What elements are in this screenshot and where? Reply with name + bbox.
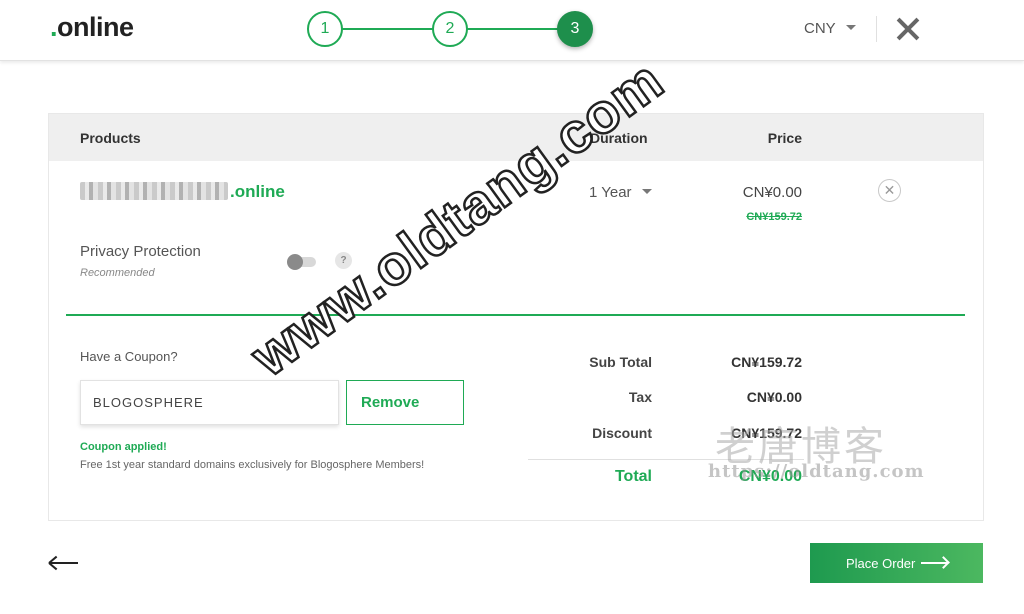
- coupon-question: Have a Coupon?: [80, 349, 178, 364]
- privacy-label: Privacy Protection: [80, 243, 201, 260]
- step-connector: [341, 28, 433, 30]
- logo-text: online: [57, 12, 134, 42]
- header-divider: [876, 16, 877, 42]
- step-2[interactable]: 2: [432, 11, 468, 47]
- close-circle-icon[interactable]: ✕: [878, 179, 901, 202]
- duration-value: 1 Year: [589, 184, 632, 201]
- discount-label: Discount: [592, 425, 652, 441]
- toggle-knob: [287, 254, 303, 270]
- coupon-input[interactable]: BLOGOSPHERE: [80, 380, 339, 425]
- top-header: .online 1 2 3 CNY: [0, 0, 1024, 61]
- currency-selector[interactable]: CNY: [804, 20, 856, 37]
- back-arrow-icon[interactable]: [48, 553, 80, 573]
- coupon-note: Free 1st year standard domains exclusive…: [80, 459, 425, 471]
- col-price: Price: [767, 130, 802, 146]
- total-label: Total: [614, 468, 652, 485]
- coupon-remove-button[interactable]: Remove: [346, 380, 464, 425]
- arrow-right-icon: [921, 562, 947, 564]
- currency-label: CNY: [804, 20, 836, 37]
- col-products: Products: [80, 130, 141, 146]
- logo[interactable]: .online: [50, 12, 134, 43]
- item-price: CN¥0.00: [742, 184, 802, 201]
- privacy-toggle[interactable]: [287, 254, 316, 270]
- close-icon[interactable]: [895, 16, 921, 42]
- caret-down-icon: [641, 189, 652, 194]
- domain-name: .online: [80, 182, 285, 202]
- watermark-url: https://oldtang.com: [708, 461, 925, 482]
- domain-suffix: .online: [230, 182, 285, 201]
- place-order-label: Place Order: [846, 555, 916, 571]
- coupon-applied-label: Coupon applied!: [80, 441, 167, 453]
- checkout-stepper: 1 2 3: [307, 11, 593, 47]
- step-connector: [466, 28, 558, 30]
- subtotal-label: Sub Total: [589, 354, 652, 370]
- section-divider: [66, 314, 965, 316]
- step-1[interactable]: 1: [307, 11, 343, 47]
- place-order-button[interactable]: Place Order: [810, 543, 983, 583]
- caret-down-icon: [845, 25, 856, 30]
- privacy-sublabel: Recommended: [80, 267, 155, 279]
- item-original-price: CN¥159.72: [746, 211, 802, 223]
- tax-value: CN¥0.00: [746, 389, 802, 405]
- tax-label: Tax: [628, 389, 652, 405]
- step-3[interactable]: 3: [557, 11, 593, 47]
- duration-selector[interactable]: 1 Year: [589, 184, 652, 201]
- subtotal-value: CN¥159.72: [731, 354, 802, 370]
- redacted-domain: [80, 182, 228, 200]
